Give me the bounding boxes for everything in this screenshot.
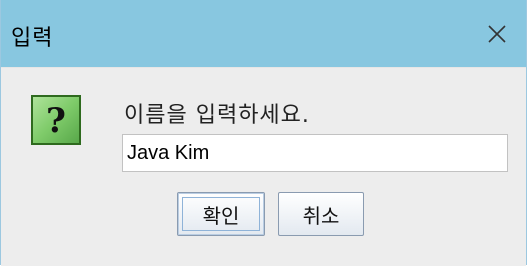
window-title: 입력 <box>11 26 54 51</box>
close-button[interactable] <box>474 11 520 57</box>
cancel-button-label: 취소 <box>302 203 340 228</box>
input-dialog: 입력 ? 이름을 입력하세요. 확인 취소 <box>0 0 527 266</box>
close-icon <box>488 25 506 43</box>
title-bar: 입력 <box>1 0 526 67</box>
ok-button-label: 확인 <box>202 203 240 228</box>
cancel-button[interactable]: 취소 <box>278 192 364 236</box>
question-icon: ? <box>31 95 81 145</box>
question-glyph: ? <box>46 101 66 141</box>
dialog-content: ? 이름을 입력하세요. 확인 취소 <box>1 67 526 266</box>
prompt-label: 이름을 입력하세요. <box>124 103 310 128</box>
name-input[interactable] <box>122 134 508 172</box>
ok-button[interactable]: 확인 <box>177 192 265 236</box>
